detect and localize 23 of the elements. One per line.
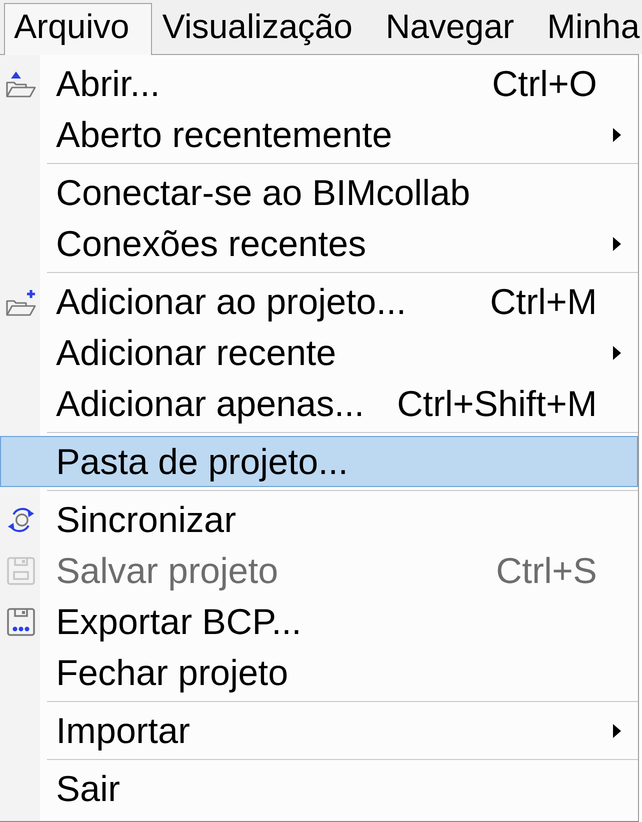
shortcut-text: Ctrl+O bbox=[490, 62, 597, 104]
menu-item[interactable]: Sincronizar bbox=[0, 494, 638, 545]
menu-item[interactable]: Conexões recentes bbox=[0, 218, 638, 269]
shortcut-text: Ctrl+M bbox=[489, 280, 597, 322]
menu-item[interactable]: Adicionar ao projeto... Ctrl+M bbox=[0, 276, 638, 327]
menu-bar-item[interactable]: Visualização bbox=[152, 3, 376, 54]
folder-plus-icon bbox=[6, 288, 36, 316]
menu-bar-item[interactable]: Arquivo bbox=[4, 3, 152, 55]
menu-bar-item[interactable]: Minha bbox=[537, 3, 641, 54]
menu-item[interactable]: Abrir... Ctrl+O bbox=[0, 58, 638, 109]
menu-item[interactable]: Sair bbox=[0, 763, 638, 814]
menu-bar-item[interactable]: Navegar bbox=[376, 3, 538, 54]
menu-item[interactable]: Pasta de projeto... bbox=[0, 436, 638, 487]
menu-item[interactable]: Adicionar recente bbox=[0, 327, 638, 378]
shortcut-text: Ctrl+Shift+M bbox=[396, 382, 597, 424]
menu-item[interactable]: Adicionar apenas... Ctrl+Shift+M bbox=[0, 378, 638, 429]
menu-item[interactable]: Importar bbox=[0, 705, 638, 756]
folder-icon bbox=[6, 70, 36, 98]
shortcut-text: Ctrl+S bbox=[494, 550, 597, 592]
menu-item[interactable]: Conectar-se ao BIMcollab bbox=[0, 167, 638, 218]
menu-item[interactable]: Fechar projeto bbox=[0, 647, 638, 698]
menu-item[interactable]: Exportar BCP... bbox=[0, 596, 638, 647]
menu-item[interactable]: Aberto recentemente bbox=[0, 109, 638, 160]
